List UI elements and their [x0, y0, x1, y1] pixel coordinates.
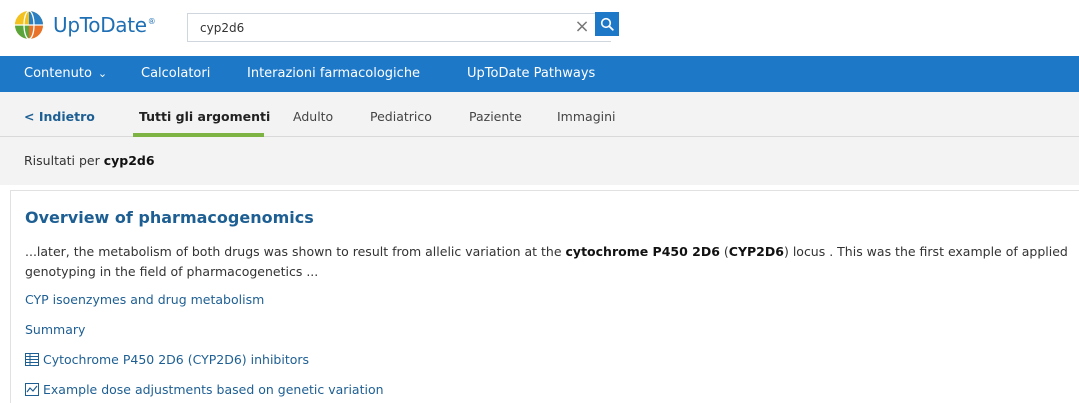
results-query: cyp2d6	[103, 153, 155, 168]
nav-item-contenuto[interactable]: Contenuto ⌄	[24, 56, 107, 92]
nav-item-interazioni[interactable]: Interazioni farmacologiche	[247, 56, 420, 92]
search-input[interactable]	[188, 14, 568, 41]
nav-item-pathways[interactable]: UpToDate Pathways	[467, 56, 595, 92]
table-icon	[25, 353, 39, 366]
search-icon	[600, 17, 614, 31]
search-button[interactable]	[595, 12, 619, 36]
graphic-link-cyp2d6-inhibitors[interactable]: Cytochrome P450 2D6 (CYP2D6) inhibitors	[25, 352, 309, 367]
primary-nav: Contenuto ⌄ Calcolatori Interazioni farma…	[0, 56, 1079, 92]
back-link[interactable]: < Indietro	[24, 92, 95, 137]
chevron-left-icon: <	[24, 109, 35, 124]
graphic-link-dose-adjustments[interactable]: Example dose adjustments based on geneti…	[25, 382, 384, 397]
tab-adulto[interactable]: Adulto	[293, 92, 333, 137]
topic-filter-tabs: < Indietro Tutti gli argomenti Adulto Pe…	[0, 92, 1079, 137]
nav-item-calcolatori[interactable]: Calcolatori	[141, 56, 210, 92]
tab-paziente[interactable]: Paziente	[469, 92, 522, 137]
section-link-cyp-isoenzymes[interactable]: CYP isoenzymes and drug metabolism	[25, 292, 264, 307]
uptodate-logo[interactable]: UpToDate®	[14, 10, 156, 40]
search-box: ×	[187, 13, 611, 42]
results-for-label: Risultati per cyp2d6	[24, 153, 155, 168]
tab-pediatrico[interactable]: Pediatrico	[370, 92, 432, 137]
logo-text: UpToDate®	[53, 13, 156, 37]
results-bar: Risultati per cyp2d6	[0, 137, 1079, 185]
chevron-down-icon: ⌄	[97, 67, 108, 80]
result-snippet: ...later, the metabolism of both drugs w…	[25, 244, 1068, 279]
logo-globe-icon	[15, 10, 43, 40]
top-header: UpToDate® ×	[0, 0, 1079, 50]
graph-icon	[25, 383, 39, 396]
result-title-link[interactable]: Overview of pharmacogenomics	[25, 208, 314, 227]
search-result-card: Overview of pharmacogenomics ...later, t…	[10, 190, 1079, 403]
tab-tutti-gli-argomenti[interactable]: Tutti gli argomenti	[139, 92, 270, 137]
section-link-summary[interactable]: Summary	[25, 322, 85, 337]
tab-immagini[interactable]: Immagini	[557, 92, 616, 137]
close-icon[interactable]: ×	[573, 18, 591, 36]
